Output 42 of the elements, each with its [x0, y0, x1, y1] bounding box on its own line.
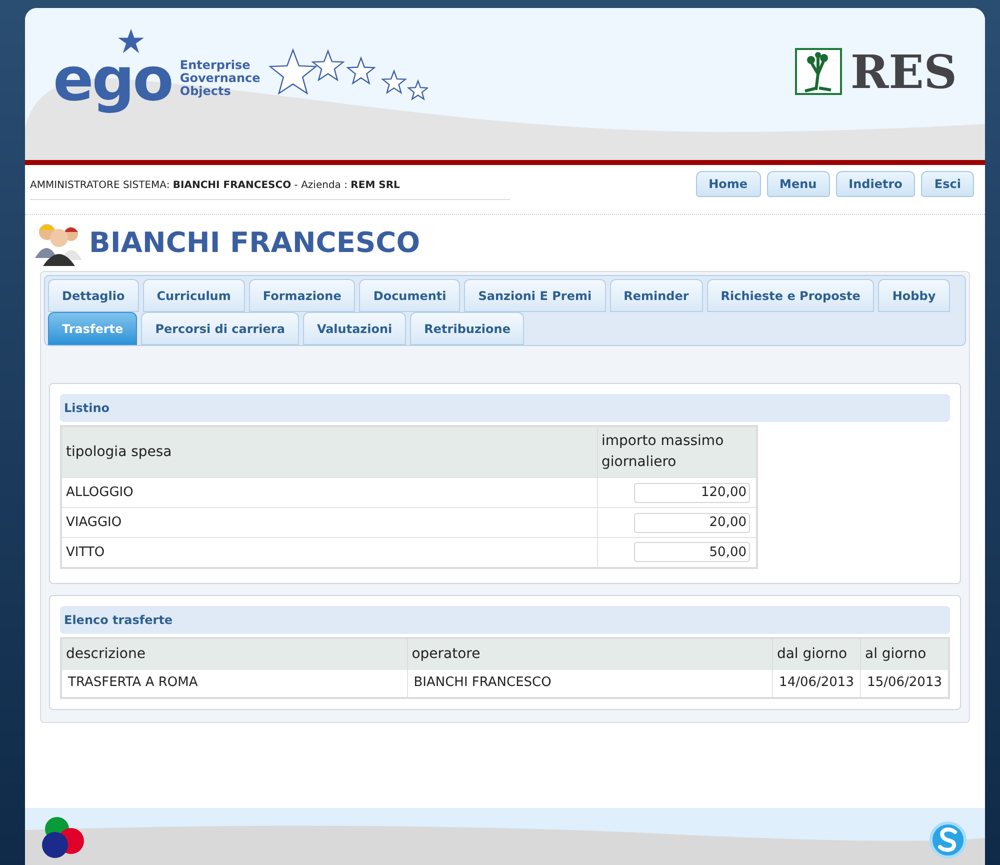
tab[interactable]: Percorsi di carriera	[141, 312, 299, 345]
tab[interactable]: Richieste e Proposte	[706, 279, 874, 312]
tab[interactable]: Documenti	[359, 279, 460, 312]
tab[interactable]: Retribuzione	[410, 312, 524, 345]
brand-name: RES	[850, 48, 957, 94]
logo-tagline: Enterprise Governance Objects	[180, 58, 260, 98]
tree-logo-icon	[795, 48, 842, 95]
table-cell: TRASFERTA A ROMA	[61, 670, 408, 698]
table-cell: VIAGGIO	[61, 508, 597, 538]
table-cell: ALLOGGIO	[61, 478, 597, 508]
section-title: Listino	[60, 394, 950, 422]
page-title: BIANCHI FRANCESCO	[89, 225, 420, 261]
column-header: importo massimo giornaliero	[597, 426, 757, 478]
amount-field[interactable]: 20,00	[634, 512, 750, 532]
table-cell: 15/06/2013	[860, 670, 949, 698]
column-header: descrizione	[61, 638, 408, 670]
amount-field[interactable]: 50,00	[634, 542, 750, 562]
session-info: AMMINISTRATORE SISTEMA: BIANCHI FRANCESCO - Azienda : REM SRL	[30, 180, 400, 191]
nav-button[interactable]: Esci	[921, 171, 974, 197]
tab[interactable]: Reminder	[610, 279, 703, 312]
column-header: al giorno	[860, 638, 949, 670]
column-header: dal giorno	[772, 638, 860, 670]
star-icon	[117, 28, 145, 54]
tab[interactable]: Valutazioni	[302, 312, 406, 345]
tab[interactable]: Sanzioni E Premi	[464, 279, 606, 312]
chat-icon	[927, 819, 969, 861]
nav-button[interactable]: Home	[696, 171, 760, 197]
color-circles-icon	[41, 815, 87, 861]
nav-button[interactable]: Menu	[766, 171, 830, 197]
logo-mark: ego	[53, 44, 172, 116]
nav-button[interactable]: Indietro	[836, 171, 916, 197]
tab[interactable]: Formazione	[248, 279, 356, 312]
amount-field[interactable]: 120,00	[634, 482, 750, 502]
table-cell: VITTO	[61, 538, 597, 568]
tab[interactable]: Hobby	[878, 279, 950, 312]
tab[interactable]: Curriculum	[142, 279, 245, 312]
section-title: Elenco trasferte	[60, 606, 950, 634]
table-cell: BIANCHI FRANCESCO	[407, 670, 772, 698]
column-header: tipologia spesa	[61, 426, 597, 478]
column-header: operatore	[407, 638, 772, 670]
tab[interactable]: Dettaglio	[48, 279, 139, 312]
table-cell: 14/06/2013	[772, 670, 860, 698]
